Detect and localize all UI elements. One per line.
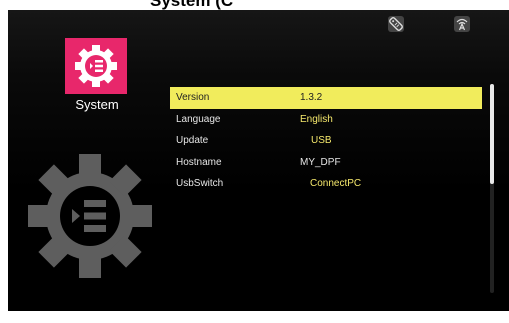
setting-value: MY_DPF <box>300 156 341 168</box>
setting-row-usbswitch[interactable]: UsbSwitch ConnectPC <box>170 173 482 195</box>
setting-row-update[interactable]: Update USB <box>170 130 482 152</box>
app-name-label: System <box>75 97 119 112</box>
bottom-border <box>0 311 509 323</box>
setting-row-hostname[interactable]: Hostname MY_DPF <box>170 152 482 174</box>
setting-label: Language <box>176 113 221 125</box>
setting-value: English <box>300 113 333 125</box>
settings-list: Version 1.3.2 Language English Update US… <box>170 87 482 195</box>
system-app-tile[interactable] <box>65 38 127 94</box>
remote-icon <box>388 16 404 32</box>
scrollbar[interactable] <box>490 84 494 293</box>
setting-row-language[interactable]: Language English <box>170 109 482 131</box>
setting-value: 1.3.2 <box>300 92 323 103</box>
large-settings-gear-icon <box>28 154 152 278</box>
setting-label: Hostname <box>176 156 222 168</box>
setting-label: Version <box>176 92 210 103</box>
settings-gear-icon <box>75 45 117 87</box>
setting-value: USB <box>311 135 332 146</box>
wifi-icon <box>454 16 470 32</box>
setting-label: UsbSwitch <box>176 178 224 189</box>
setting-row-version[interactable]: Version 1.3.2 <box>170 87 482 109</box>
setting-label: Update <box>176 135 209 146</box>
setting-value: ConnectPC <box>310 178 362 189</box>
scrollbar-thumb[interactable] <box>490 84 494 184</box>
